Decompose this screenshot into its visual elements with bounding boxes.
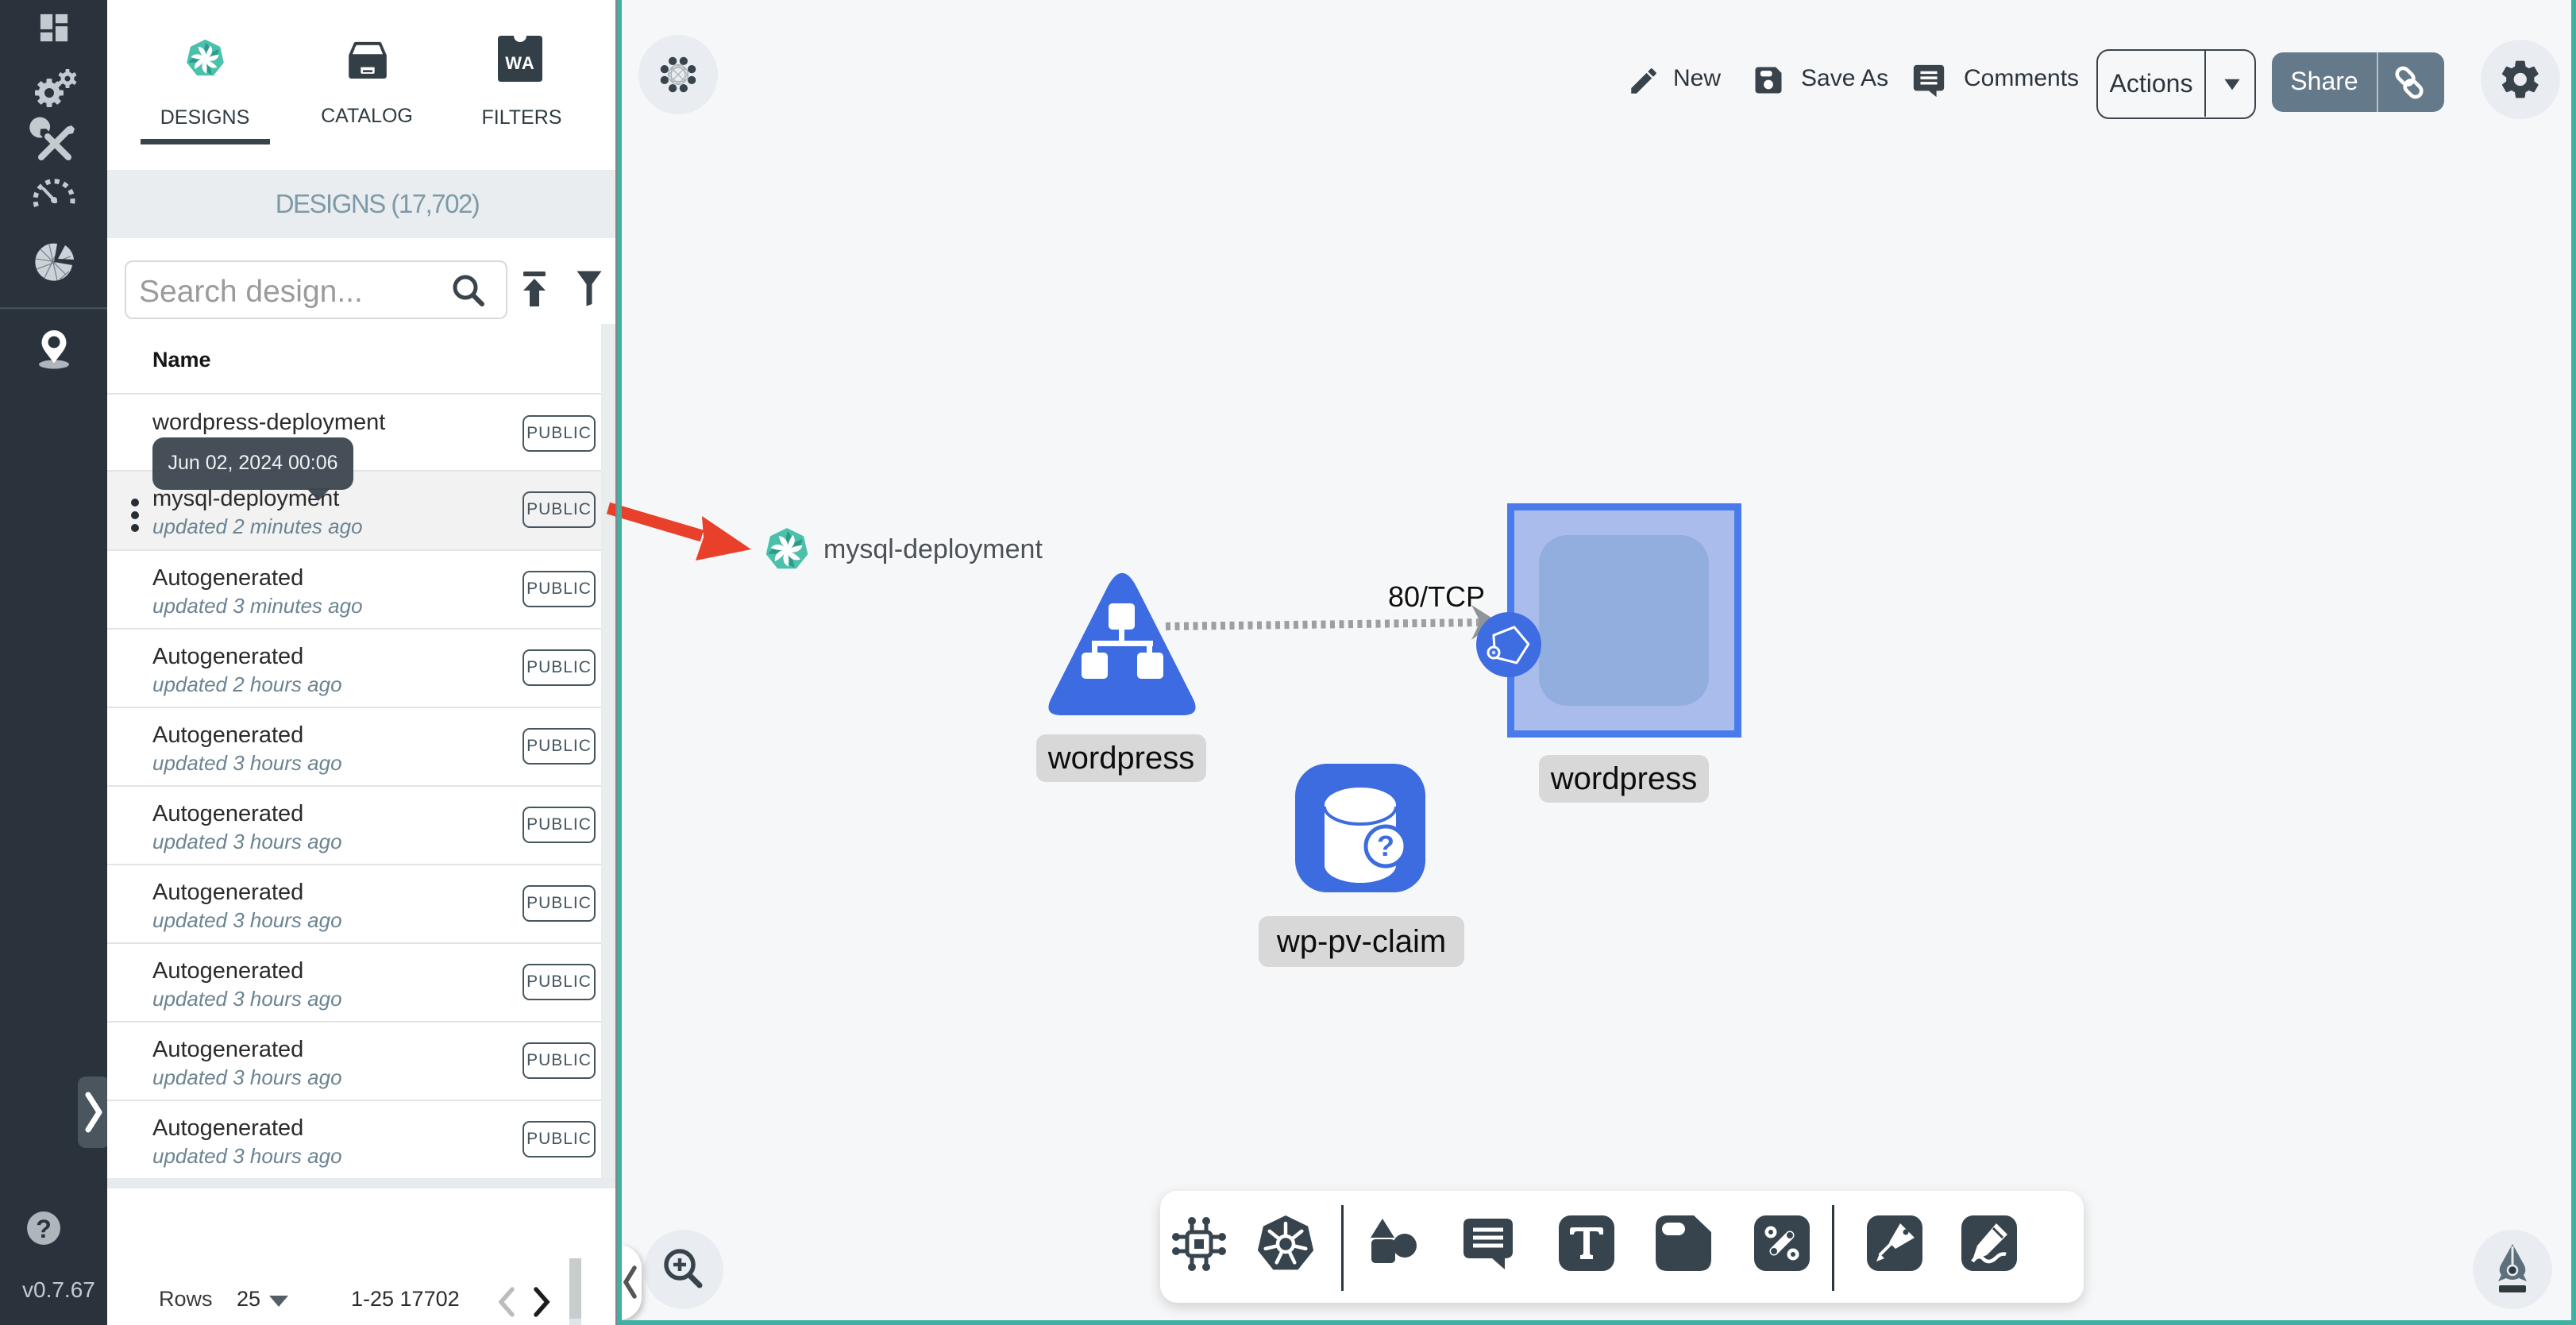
svg-text:?: ? <box>1377 830 1394 862</box>
svg-text:v0.7.67: v0.7.67 <box>22 1277 95 1302</box>
svg-text:WA: WA <box>505 53 534 73</box>
svg-text:?: ? <box>36 1215 52 1243</box>
